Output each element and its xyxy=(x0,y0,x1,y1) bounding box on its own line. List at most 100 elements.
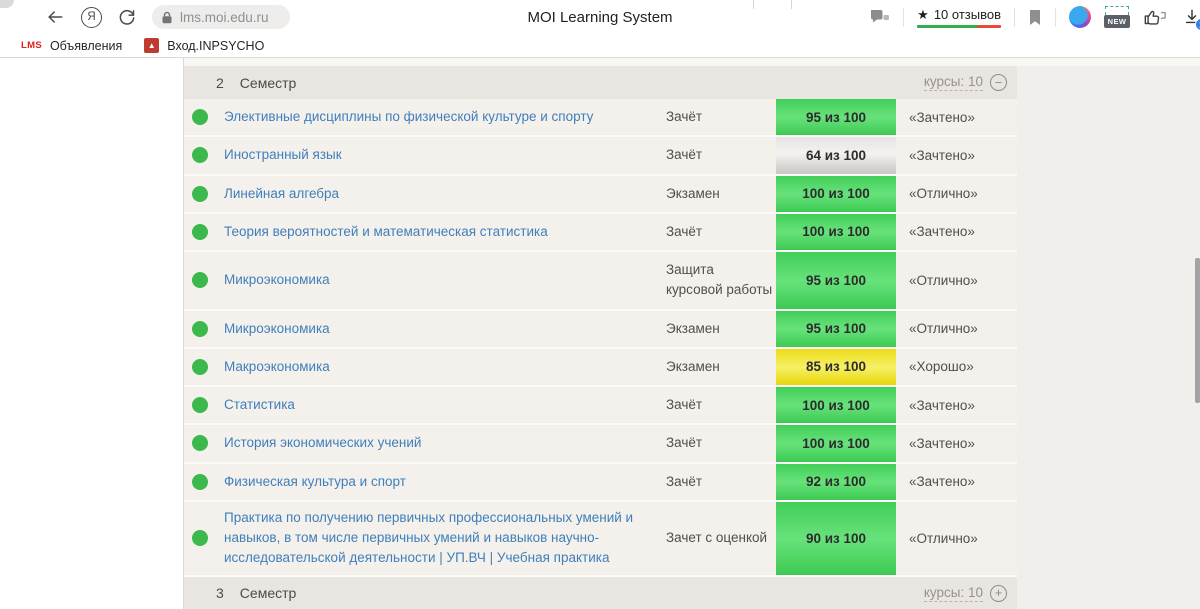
toolbar-divider xyxy=(1014,8,1015,27)
course-row: Практика по получению первичных професси… xyxy=(184,502,1017,577)
course-link[interactable]: Статистика xyxy=(208,389,666,421)
score-badge: 100 из 100 xyxy=(776,176,896,212)
course-link[interactable]: Практика по получению первичных професси… xyxy=(208,502,666,575)
semester-number: 2 xyxy=(216,75,224,91)
browser-chrome: Я lms.moi.edu.ru MOI Learning System xyxy=(0,0,1200,58)
yandex-home-button[interactable]: Я xyxy=(81,7,102,28)
semester-grades-table: 2 Семестр курсы: 10 − Элективные дисципл… xyxy=(184,66,1017,609)
toolbar-divider xyxy=(903,8,904,27)
grade-text: «Отлично» xyxy=(896,186,1017,201)
downloads-button[interactable]: 2 xyxy=(1180,5,1200,29)
course-link[interactable]: Микроэкономика xyxy=(208,264,666,296)
course-status-dot xyxy=(192,397,208,413)
refresh-button[interactable] xyxy=(117,7,137,27)
course-status-dot xyxy=(192,435,208,451)
reviews-count: 10 отзывов xyxy=(934,7,1001,22)
assessment-type: Зачет с оценкой xyxy=(666,520,776,556)
score-badge: 92 из 100 xyxy=(776,464,896,500)
reactions-thumbs-icon[interactable] xyxy=(1143,8,1167,27)
semester-collapse-control[interactable]: курсы: 10 − xyxy=(924,74,1007,91)
assessment-type: Экзамен xyxy=(666,349,776,385)
assessment-type: Зачёт xyxy=(666,99,776,135)
bookmark-item-inpsycho[interactable]: ▲ Вход.INPSYCHO xyxy=(133,34,275,57)
semester-header-next: 3 Семестр курсы: 10 + xyxy=(184,577,1017,609)
bookmark-flag-icon[interactable] xyxy=(1028,9,1042,26)
course-row: Статистика Зачёт 100 из 100 «Зачтено» xyxy=(184,387,1017,425)
course-row: Линейная алгебра Экзамен 100 из 100 «Отл… xyxy=(184,176,1017,214)
assessment-type: Зачёт xyxy=(666,214,776,250)
expand-icon[interactable]: + xyxy=(990,585,1007,602)
assessment-type: Защита курсовой работы xyxy=(666,252,776,309)
rating-bar xyxy=(917,25,1001,28)
grade-text: «Зачтено» xyxy=(896,110,1017,125)
score-badge: 100 из 100 xyxy=(776,425,896,461)
bookmarks-bar: LMS Объявления ▲ Вход.INPSYCHO xyxy=(0,34,1200,57)
grade-text: «Хорошо» xyxy=(896,359,1017,374)
bookmark-label: Вход.INPSYCHO xyxy=(167,39,264,53)
messenger-icon[interactable] xyxy=(869,8,890,26)
assessment-type: Зачёт xyxy=(666,387,776,423)
page-title: MOI Learning System xyxy=(527,9,672,26)
back-button[interactable] xyxy=(44,7,66,27)
course-link[interactable]: Линейная алгебра xyxy=(208,178,666,210)
grade-text: «Отлично» xyxy=(896,531,1017,546)
previous-row-sliver xyxy=(184,58,1200,66)
semester-label: Семестр xyxy=(240,75,297,91)
tab-edge-hint xyxy=(791,0,792,9)
assessment-type: Зачёт xyxy=(666,464,776,500)
toolbar-divider xyxy=(1055,8,1056,27)
score-badge: 95 из 100 xyxy=(776,252,896,309)
course-status-dot xyxy=(192,359,208,375)
course-row: Микроэкономика Защита курсовой работы 95… xyxy=(184,252,1017,311)
page-scrollbar-thumb[interactable] xyxy=(1195,258,1200,403)
grade-text: «Отлично» xyxy=(896,321,1017,336)
assessment-type: Экзамен xyxy=(666,311,776,347)
course-row: Иностранный язык Зачёт 64 из 100 «Зачтен… xyxy=(184,137,1017,175)
screenshot-tool-icon[interactable]: NEW xyxy=(1104,6,1130,28)
star-icon: ★ xyxy=(917,7,929,23)
course-row: Микроэкономика Экзамен 95 из 100 «Отличн… xyxy=(184,311,1017,349)
page-content: 2 Семестр курсы: 10 − Элективные дисципл… xyxy=(0,58,1200,609)
downloads-count-badge: 2 xyxy=(1195,18,1200,31)
lock-icon[interactable] xyxy=(161,11,173,24)
capture-frame-icon xyxy=(1105,6,1129,15)
semester-label: Семестр xyxy=(240,585,297,601)
course-status-dot xyxy=(192,147,208,163)
assessment-type: Зачёт xyxy=(666,425,776,461)
score-badge: 95 из 100 xyxy=(776,311,896,347)
course-link[interactable]: История экономических учений xyxy=(208,427,666,459)
course-link[interactable]: Микроэкономика xyxy=(208,313,666,345)
score-badge: 95 из 100 xyxy=(776,99,896,135)
semester-header-current: 2 Семестр курсы: 10 − xyxy=(184,66,1017,99)
grades-panel: 2 Семестр курсы: 10 − Элективные дисципл… xyxy=(183,58,1200,609)
course-status-dot xyxy=(192,530,208,546)
course-link[interactable]: Макроэкономика xyxy=(208,351,666,383)
score-badge: 64 из 100 xyxy=(776,137,896,173)
grade-text: «Зачтено» xyxy=(896,436,1017,451)
bookmark-item-announcements[interactable]: LMS Объявления xyxy=(10,34,133,57)
semester-expand-control[interactable]: курсы: 10 + xyxy=(924,585,1007,602)
score-badge: 100 из 100 xyxy=(776,214,896,250)
course-row: Элективные дисциплины по физической куль… xyxy=(184,99,1017,137)
courses-count-link[interactable]: курсы: 10 xyxy=(924,585,983,602)
course-list: Элективные дисциплины по физической куль… xyxy=(184,99,1017,577)
inpsycho-favicon: ▲ xyxy=(144,38,159,53)
course-row: Макроэкономика Экзамен 85 из 100 «Хорошо… xyxy=(184,349,1017,387)
course-link[interactable]: Элективные дисциплины по физической куль… xyxy=(208,101,666,133)
browser-window: Я lms.moi.edu.ru MOI Learning System xyxy=(0,0,1200,609)
course-status-dot xyxy=(192,272,208,288)
courses-count-link[interactable]: курсы: 10 xyxy=(924,74,983,91)
course-status-dot xyxy=(192,474,208,490)
site-reviews-button[interactable]: ★ 10 отзывов xyxy=(917,7,1001,28)
collapse-icon[interactable]: − xyxy=(990,74,1007,91)
tab-edge-hint xyxy=(753,0,754,9)
course-row: Теория вероятностей и математическая ста… xyxy=(184,214,1017,252)
course-link[interactable]: Теория вероятностей и математическая ста… xyxy=(208,216,666,248)
course-link[interactable]: Физическая культура и спорт xyxy=(208,466,666,498)
semester-number: 3 xyxy=(216,585,224,601)
course-link[interactable]: Иностранный язык xyxy=(208,139,666,171)
grade-text: «Зачтено» xyxy=(896,474,1017,489)
course-row: История экономических учений Зачёт 100 и… xyxy=(184,425,1017,463)
address-bar[interactable]: lms.moi.edu.ru xyxy=(152,5,290,29)
extension-orb-icon[interactable] xyxy=(1069,6,1091,28)
